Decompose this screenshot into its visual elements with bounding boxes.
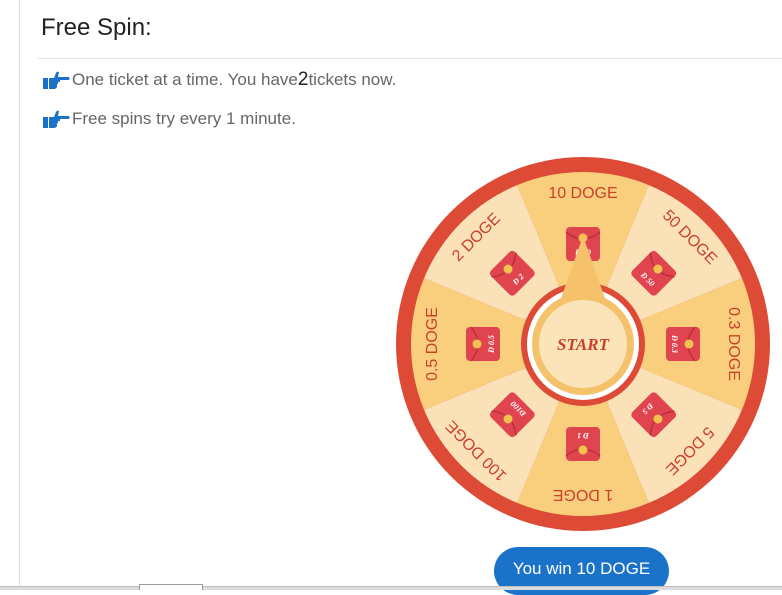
start-label[interactable]: START	[557, 335, 610, 354]
bottom-scrollbar[interactable]	[0, 586, 782, 590]
prize-wheel: 10 DOGEĐ 1050 DOGEĐ 500.3 DOGEĐ 0.35 DOG…	[396, 157, 770, 531]
spin-frequency-info: Free spins try every 1 minute.	[42, 109, 296, 129]
segment-label: 10 DOGE	[548, 185, 617, 202]
red-envelope-icon: Đ 1	[565, 427, 601, 461]
title-divider	[38, 58, 782, 59]
envelope-value: Đ 1	[577, 431, 590, 440]
tickets-info: One ticket at a time. You have 2 tickets…	[42, 69, 396, 91]
red-envelope-icon: Đ 0.3	[666, 326, 700, 362]
thumbs-point-right-icon	[43, 71, 70, 89]
segment-label: 0.5 DOGE	[424, 307, 441, 381]
envelope-value: Đ 0.5	[487, 335, 496, 354]
tickets-info-prefix: One ticket at a time. You have	[72, 70, 298, 89]
page-title: Free Spin:	[41, 14, 152, 41]
segment-label: 0.3 DOGE	[725, 307, 742, 381]
ticket-count: 2	[297, 69, 309, 90]
bottom-scrollbar-thumb[interactable]	[139, 584, 203, 590]
red-envelope-icon: Đ 0.5	[466, 326, 500, 362]
spin-frequency-text: Free spins try every 1 minute.	[72, 109, 296, 128]
thumbs-point-right-icon	[43, 110, 70, 128]
segment-label: 1 DOGE	[553, 486, 613, 503]
content-left-border	[19, 0, 20, 590]
envelope-value: Đ 0.3	[670, 334, 679, 353]
prize-wheel-graphic: 10 DOGEĐ 1050 DOGEĐ 500.3 DOGEĐ 0.35 DOG…	[396, 157, 770, 531]
tickets-info-suffix: tickets now.	[308, 70, 397, 89]
